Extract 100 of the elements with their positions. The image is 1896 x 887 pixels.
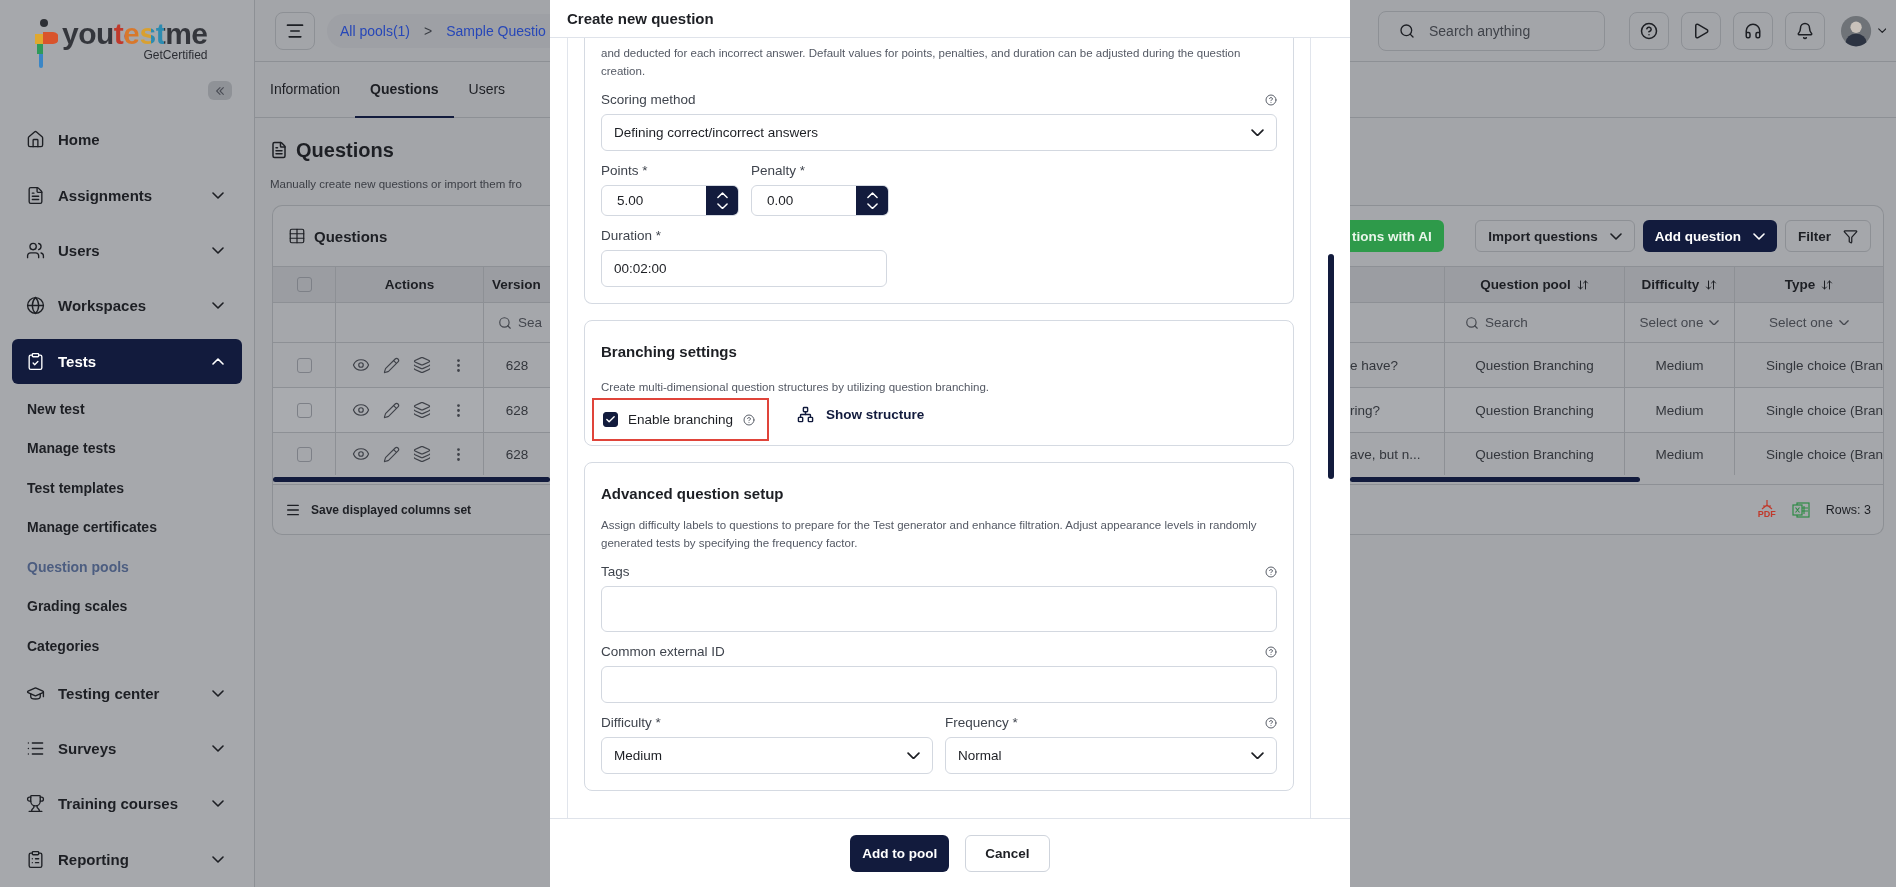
sort-icon[interactable]: [1705, 278, 1718, 291]
nav-icon: [26, 351, 45, 371]
scoring-method-select[interactable]: Defining correct/incorrect answers: [601, 114, 1277, 151]
difficulty-select[interactable]: Medium: [601, 737, 933, 774]
check-icon: [605, 414, 616, 425]
table-icon: [288, 227, 306, 245]
column-header[interactable]: Version: [492, 277, 541, 292]
edit-icon[interactable]: [383, 445, 400, 463]
field-label: Scoring method: [601, 92, 696, 107]
add-question-button[interactable]: Add question: [1642, 220, 1777, 252]
avatar-icon[interactable]: [1841, 14, 1872, 47]
nav-item[interactable]: Home: [12, 117, 242, 163]
search-field[interactable]: Search anything: [1378, 10, 1606, 51]
sort-icon[interactable]: [1821, 278, 1834, 291]
section-title: Branching settings: [601, 343, 738, 360]
layers-icon[interactable]: [413, 401, 431, 419]
nav-icon: [26, 296, 45, 316]
filter-button[interactable]: Filter: [1785, 220, 1871, 252]
layers-icon[interactable]: [413, 356, 431, 374]
help-icon[interactable]: [1265, 565, 1277, 578]
nav-item[interactable]: Workspaces: [12, 283, 242, 329]
tab[interactable]: Information: [255, 62, 356, 118]
row-checkbox[interactable]: [296, 357, 312, 373]
nav-subitem[interactable]: Test templates: [12, 468, 242, 508]
help-icon[interactable]: [1265, 716, 1277, 729]
column-select[interactable]: Select one: [1639, 315, 1720, 330]
caret-icon: [1877, 27, 1886, 34]
search-input[interactable]: Search anything: [1427, 21, 1597, 40]
rows-count: Rows: 3: [1825, 502, 1871, 517]
tab[interactable]: Questions: [355, 62, 454, 118]
layers-icon[interactable]: [413, 445, 431, 463]
horizontal-scrollbar[interactable]: [1350, 477, 1640, 482]
notifications-button[interactable]: [1785, 11, 1826, 50]
table-cell: Medium: [1655, 402, 1704, 418]
number-field[interactable]: 5.00: [601, 185, 739, 216]
vertical-scrollbar[interactable]: [1327, 254, 1334, 479]
breadcrumb-separator: >: [424, 22, 433, 39]
search-icon: [498, 315, 512, 330]
play-icon: [1692, 21, 1711, 40]
field-label: Frequency *: [945, 715, 1018, 730]
chevron-down-icon: [1609, 232, 1622, 240]
view-icon[interactable]: [352, 445, 370, 463]
chevron-down-icon: [1838, 319, 1849, 326]
tags-field[interactable]: [601, 586, 1277, 632]
import-button[interactable]: Import questions: [1475, 220, 1635, 252]
external-id-field[interactable]: [601, 666, 1277, 703]
nav-subitem[interactable]: Categories: [12, 625, 242, 666]
help-icon[interactable]: [1265, 645, 1277, 658]
collapse-sidebar-button[interactable]: [208, 81, 232, 100]
play-button[interactable]: [1681, 11, 1722, 50]
column-search-field[interactable]: Sea: [498, 315, 543, 330]
nav-item[interactable]: Users: [12, 227, 242, 274]
row-checkbox[interactable]: [296, 446, 312, 462]
table-cell: Medium: [1655, 357, 1704, 373]
nav-item[interactable]: Testing center: [12, 670, 242, 716]
column-header[interactable]: Type: [1784, 277, 1834, 292]
nav-item[interactable]: Reporting: [12, 836, 242, 883]
help-button[interactable]: [1629, 11, 1670, 50]
column-header[interactable]: Question pool: [1480, 277, 1589, 292]
add-to-pool-button[interactable]: Add to pool: [850, 834, 950, 872]
checkbox-label[interactable]: Enable branching: [628, 412, 734, 427]
horizontal-scrollbar[interactable]: [273, 477, 550, 482]
edit-icon[interactable]: [383, 356, 400, 374]
logo-tagline: GetCertified: [143, 48, 208, 62]
nav-item[interactable]: Tests: [12, 338, 242, 385]
row-checkbox[interactable]: [296, 402, 312, 418]
column-search-field[interactable]: Search: [1465, 315, 1528, 330]
edit-icon[interactable]: [383, 401, 400, 419]
menu-button[interactable]: [275, 11, 315, 50]
column-select[interactable]: Select one: [1769, 315, 1849, 330]
cancel-button[interactable]: Cancel: [965, 834, 1050, 872]
nav-item[interactable]: Surveys: [12, 725, 242, 772]
number-field[interactable]: 0.00: [751, 185, 889, 216]
nav-subitem[interactable]: Grading scales: [12, 586, 242, 626]
hierarchy-icon: [797, 406, 815, 423]
select-all-checkbox[interactable]: [296, 277, 312, 292]
column-header[interactable]: Difficulty: [1641, 277, 1718, 292]
nav-subitem[interactable]: Manage tests: [12, 428, 242, 468]
section-title: Advanced question setup: [601, 485, 785, 502]
help-icon[interactable]: [1265, 93, 1277, 106]
nav-subitem[interactable]: New test: [12, 389, 242, 429]
tab[interactable]: Users: [453, 62, 521, 118]
show-structure-link[interactable]: Show structure: [797, 406, 925, 423]
decrement-icon: [866, 202, 878, 209]
double-chevron-left-icon: [216, 86, 224, 95]
enable-branching-checkbox[interactable]: [603, 412, 618, 427]
table-cell: Single choice (Bran: [1765, 402, 1883, 418]
view-icon[interactable]: [352, 401, 370, 419]
view-icon[interactable]: [352, 356, 370, 374]
nav-icon: [26, 130, 45, 150]
save-columns-link[interactable]: Save displayed columns set: [311, 502, 472, 517]
duration-field[interactable]: 00:02:00: [601, 250, 887, 287]
headphones-button[interactable]: [1733, 11, 1774, 50]
sort-icon[interactable]: [1576, 278, 1589, 291]
help-icon[interactable]: [743, 413, 756, 426]
nav-item[interactable]: Assignments: [12, 172, 242, 218]
nav-item[interactable]: Training courses: [12, 781, 242, 827]
headphones-icon: [1744, 21, 1763, 40]
frequency-select[interactable]: Normal: [945, 737, 1277, 774]
nav-subitem[interactable]: Manage certificates: [12, 507, 242, 547]
